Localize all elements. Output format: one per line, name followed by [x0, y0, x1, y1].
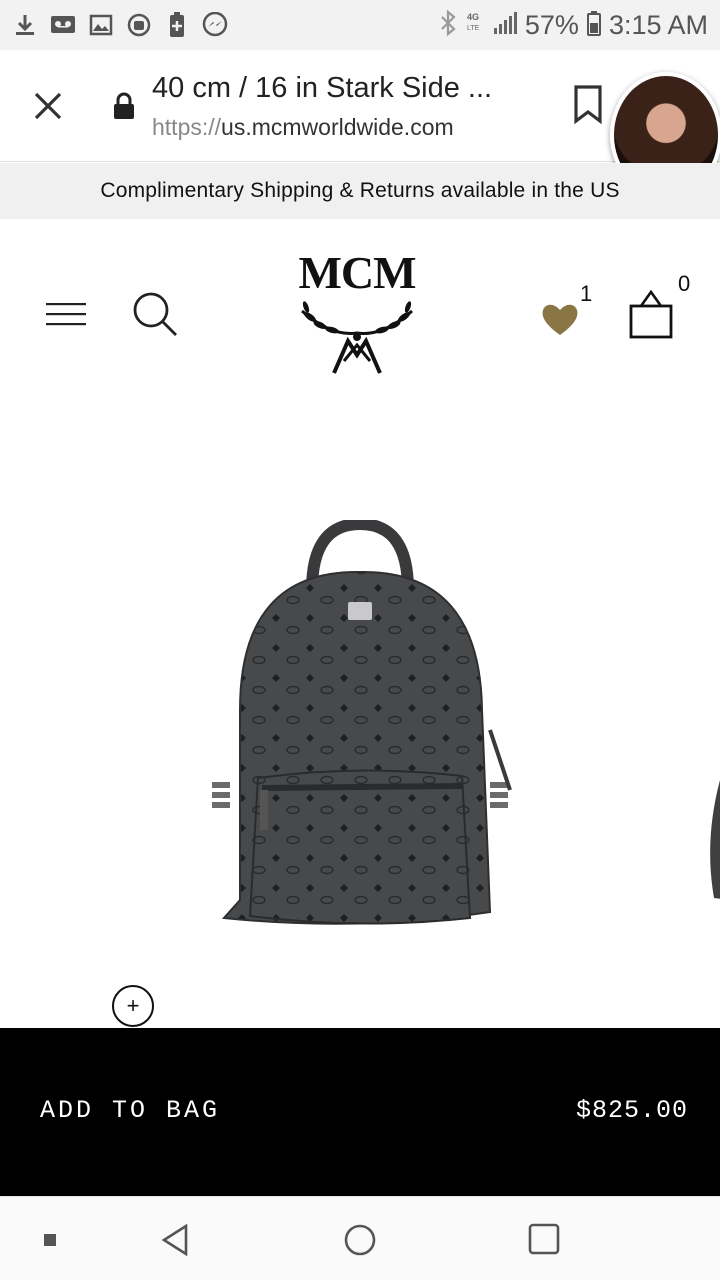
bluetooth-icon: [439, 9, 457, 41]
search-button[interactable]: [130, 289, 180, 339]
hamburger-menu-icon: [46, 303, 86, 326]
page-title[interactable]: 40 cm / 16 in Stark Side ...: [152, 72, 492, 105]
square-dot-icon: [44, 1234, 56, 1246]
messenger-icon: [202, 12, 228, 38]
url-host: us.mcmworldwide.com: [221, 114, 454, 140]
home-button[interactable]: [343, 1223, 377, 1262]
bag-count-badge: 0: [678, 271, 691, 296]
bookmark-button[interactable]: [572, 84, 604, 125]
close-icon: [34, 92, 62, 120]
heart-icon: [542, 304, 578, 335]
site-header: MCM 1 0: [0, 219, 720, 409]
battery-saver-icon: [164, 12, 190, 38]
backpack-image: [212, 517, 512, 925]
add-to-bag-button[interactable]: ADD TO BAG: [40, 1096, 220, 1125]
nav-menu-dot[interactable]: [44, 1233, 56, 1251]
url-text[interactable]: https://us.mcmworldwide.com: [152, 114, 454, 141]
signal-icon: [493, 11, 517, 40]
zoom-button[interactable]: +: [112, 985, 154, 1027]
add-to-bag-bar[interactable]: ADD TO BAG $825.00: [0, 1028, 720, 1196]
wishlist-count-badge: 1: [580, 281, 593, 306]
home-circle-icon: [344, 1224, 376, 1256]
svg-text:4G: 4G: [467, 12, 479, 22]
laurel-crest-icon: [301, 301, 413, 374]
download-icon: [12, 12, 38, 38]
brand-logo[interactable]: MCM: [282, 249, 432, 384]
recents-square-icon: [528, 1223, 560, 1255]
back-triangle-icon: [161, 1223, 188, 1257]
clock: 3:15 AM: [608, 9, 708, 40]
search-icon: [133, 292, 177, 336]
lock-icon: [112, 92, 136, 120]
next-image-edge: [710, 780, 720, 899]
battery-percent: 57%: [524, 9, 579, 40]
battery-icon: [586, 10, 601, 41]
bookmark-icon: [574, 85, 602, 125]
url-scheme: https://: [152, 114, 222, 140]
status-bar: 4G LTE 57% 3:15 AM: [0, 0, 720, 50]
image-icon: [88, 12, 114, 38]
shopping-bag-button[interactable]: [628, 289, 674, 339]
wishlist-button[interactable]: [540, 301, 580, 337]
svg-text:LTE: LTE: [467, 25, 480, 32]
product-price: $825.00: [575, 1096, 688, 1125]
menu-button[interactable]: [46, 301, 86, 327]
shopping-bag-icon: [629, 289, 673, 339]
promo-banner[interactable]: Complimentary Shipping & Returns availab…: [0, 163, 720, 219]
android-nav-bar: [0, 1196, 720, 1280]
voicemail-icon: [50, 12, 76, 38]
browser-url-bar: 40 cm / 16 in Stark Side ... https://us.…: [0, 50, 720, 198]
logo-text: MCM: [298, 247, 416, 298]
close-tab-button[interactable]: [28, 86, 68, 126]
android-debug-icon: [126, 12, 152, 38]
network-type-icon: 4G LTE: [465, 10, 485, 41]
back-button[interactable]: [160, 1223, 190, 1262]
recents-button[interactable]: [528, 1223, 560, 1260]
product-image-backpack[interactable]: [200, 517, 520, 940]
next-product-image[interactable]: [700, 780, 720, 900]
